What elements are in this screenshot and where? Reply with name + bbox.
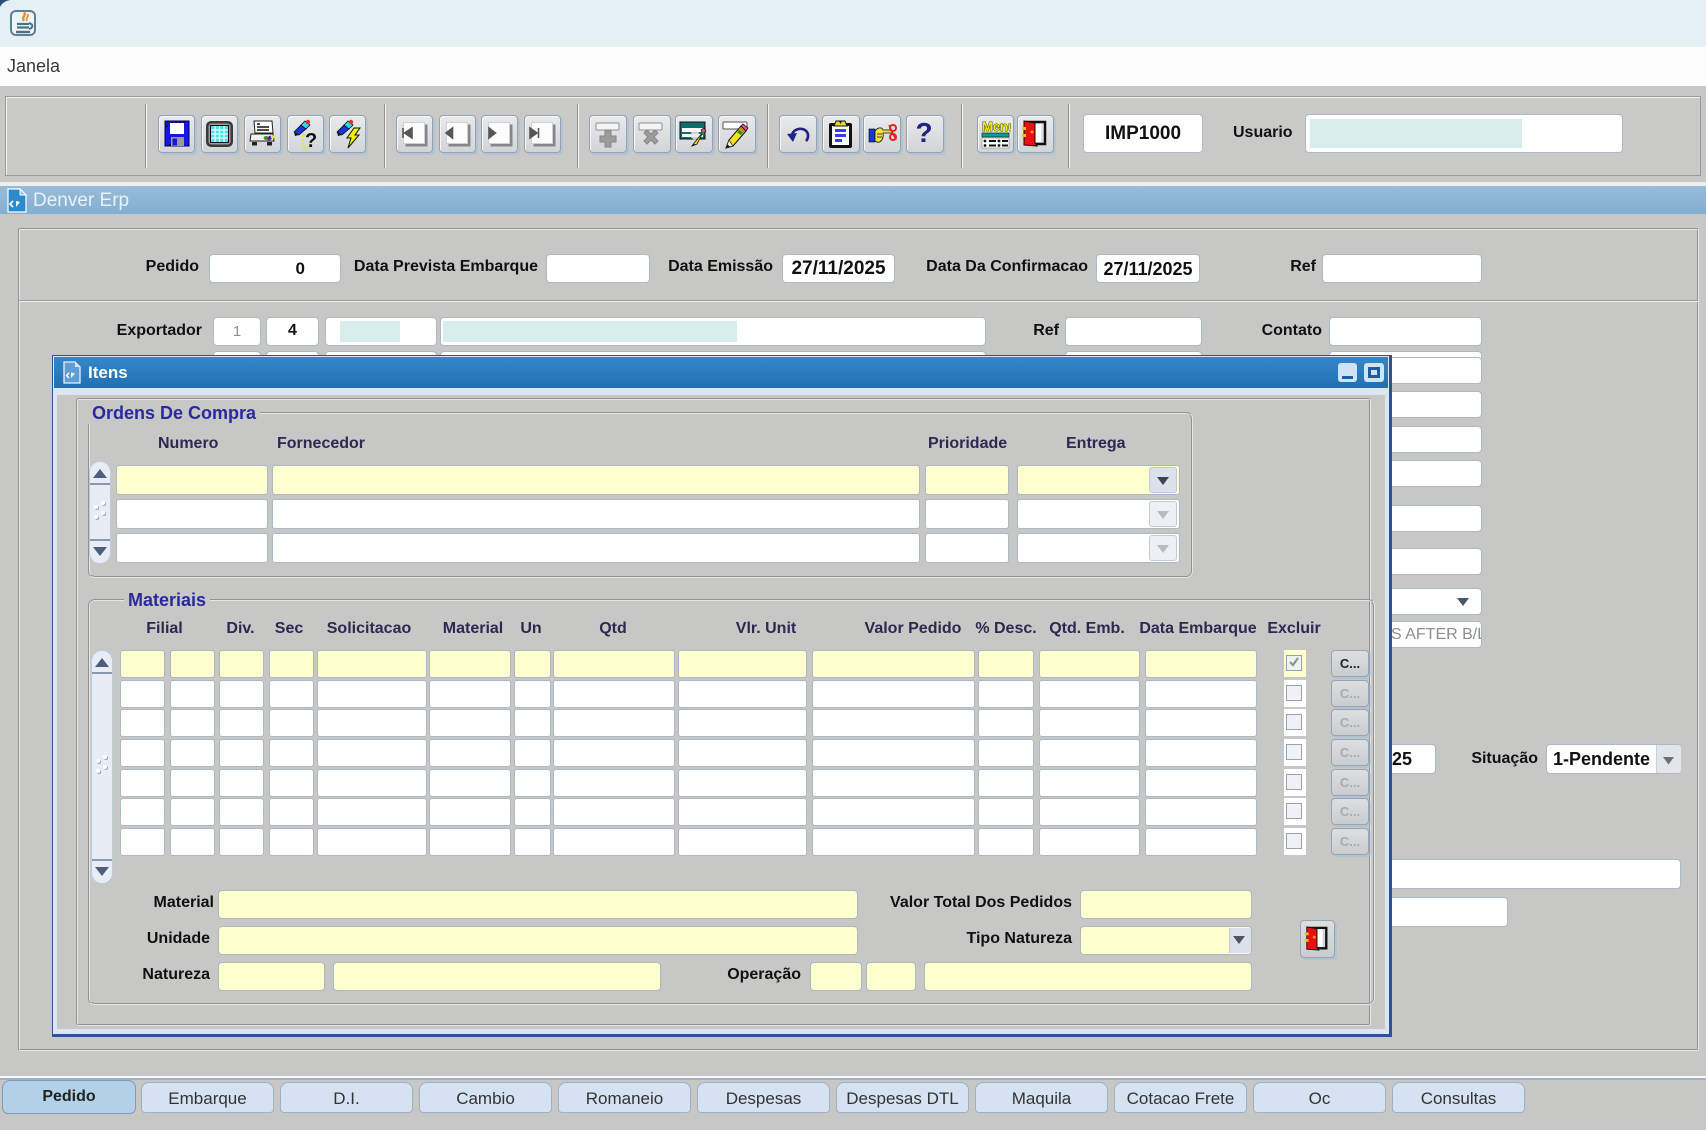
- svg-text:Menu: Menu: [982, 119, 1011, 134]
- svg-text:?: ?: [305, 130, 317, 149]
